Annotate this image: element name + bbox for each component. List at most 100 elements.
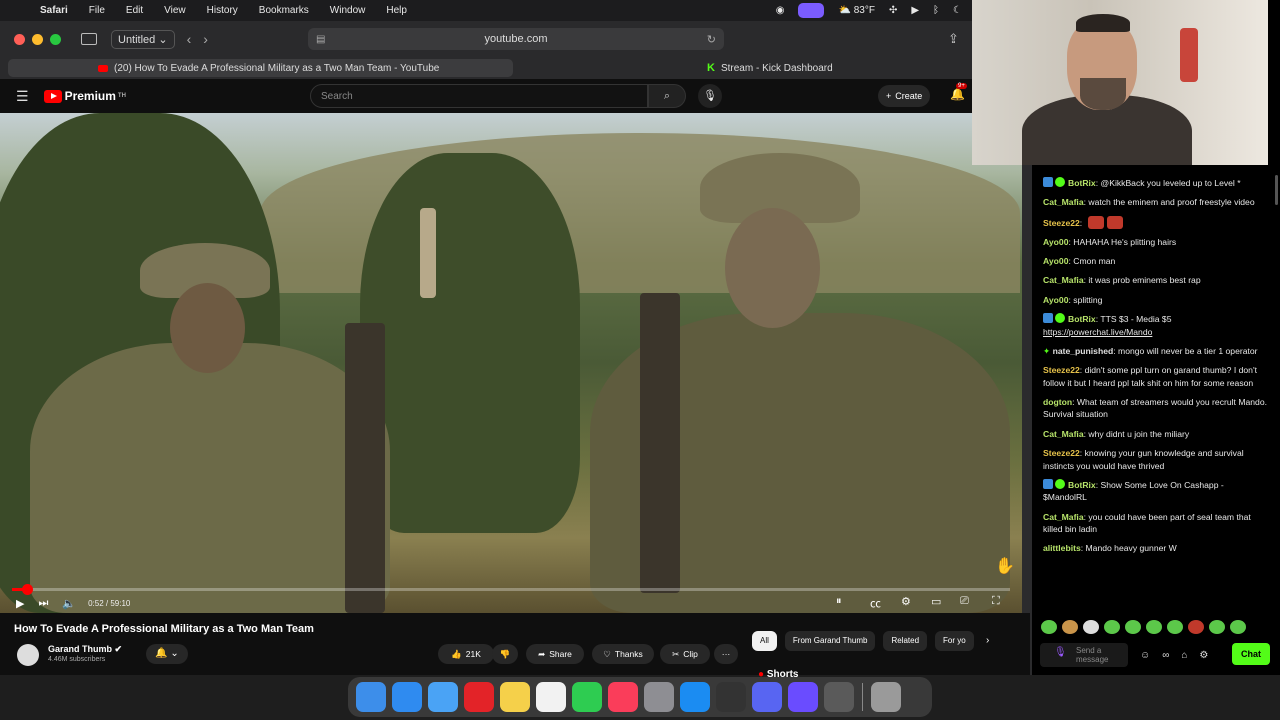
video-progress-bar[interactable]: [12, 584, 1010, 595]
zoom-window-button[interactable]: [50, 33, 61, 45]
chat-link[interactable]: https://powerchat.live/Mando: [1043, 327, 1152, 337]
chat-send-button[interactable]: Chat: [1232, 643, 1270, 665]
theater-mode-icon[interactable]: ▭: [931, 595, 941, 608]
menu-view[interactable]: View: [164, 5, 186, 16]
chat-username[interactable]: BotRix: [1068, 314, 1096, 324]
chat-username[interactable]: Cat_Mafia: [1043, 429, 1084, 439]
chat-username[interactable]: Cat_Mafia: [1043, 275, 1084, 285]
finder-icon[interactable]: [356, 682, 386, 712]
app-store-icon[interactable]: [680, 682, 710, 712]
chat-username[interactable]: Steeze22: [1043, 448, 1080, 458]
reminders-icon[interactable]: [536, 682, 566, 712]
menu-history[interactable]: History: [207, 5, 238, 16]
menu-safari[interactable]: Safari: [40, 5, 68, 16]
trash-icon[interactable]: [871, 682, 901, 712]
back-arrow-icon[interactable]: ‹: [187, 31, 192, 47]
music-icon[interactable]: [608, 682, 638, 712]
tab-youtube[interactable]: (20) How To Evade A Professional Militar…: [8, 59, 513, 77]
next-video-icon[interactable]: ⏭: [38, 597, 48, 610]
like-button[interactable]: 👍 21K: [438, 644, 494, 664]
youtube-premium-logo[interactable]: Premium TH: [43, 89, 126, 103]
search-input[interactable]: Search: [310, 84, 648, 108]
chip-all[interactable]: All: [752, 631, 777, 651]
notes-icon[interactable]: [500, 682, 530, 712]
emote-icon[interactable]: [1083, 620, 1099, 634]
emote-icon[interactable]: [1209, 620, 1225, 634]
chat-username[interactable]: Ayo00: [1043, 256, 1068, 266]
close-window-button[interactable]: [14, 33, 25, 45]
microphone-icon[interactable]: 🎙: [1054, 648, 1067, 658]
discord-icon[interactable]: [752, 682, 782, 712]
sidebar-toggle-icon[interactable]: [81, 33, 97, 45]
reload-icon[interactable]: ↻: [707, 33, 716, 46]
cast-icon[interactable]: ⎚: [960, 595, 969, 608]
app-status-pill-icon[interactable]: [798, 3, 825, 18]
notifications-button[interactable]: 🔔 9+: [950, 83, 967, 101]
obs-icon[interactable]: [716, 682, 746, 712]
emote-icon[interactable]: [1062, 620, 1078, 634]
emote-icon[interactable]: [1041, 620, 1057, 634]
thanks-button[interactable]: ♡ Thanks: [592, 644, 654, 664]
weather-widget[interactable]: ⛅ 83°F: [838, 5, 874, 16]
channel-avatar[interactable]: [17, 644, 39, 666]
chat-username[interactable]: Ayo00: [1043, 237, 1068, 247]
chat-username[interactable]: dogton: [1043, 397, 1072, 407]
menu-bookmarks[interactable]: Bookmarks: [259, 5, 309, 16]
chat-username[interactable]: alittlebits: [1043, 543, 1081, 553]
chat-username[interactable]: Cat_Mafia: [1043, 512, 1084, 522]
system-settings-icon[interactable]: [644, 682, 674, 712]
tab-kick-dashboard[interactable]: K Stream - Kick Dashboard: [707, 62, 833, 74]
emote-icon[interactable]: [1167, 620, 1183, 634]
volume-icon[interactable]: 🔈: [62, 597, 76, 610]
tab-group-selector[interactable]: Untitled ⌄: [111, 29, 175, 49]
subscription-bell-button[interactable]: 🔔 ⌄: [146, 644, 188, 664]
hamburger-menu-icon[interactable]: ☰: [16, 88, 29, 105]
address-bar[interactable]: ▤ youtube.com ↻: [308, 28, 724, 50]
mail-icon[interactable]: [428, 682, 458, 712]
media-play-icon[interactable]: ▶: [911, 5, 919, 16]
minimize-window-button[interactable]: [32, 33, 43, 45]
screen-record-icon[interactable]: ◉: [776, 5, 785, 16]
autoplay-toggle-icon[interactable]: ⏸: [836, 595, 842, 608]
opera-icon[interactable]: [464, 682, 494, 712]
chat-username[interactable]: BotRix: [1068, 178, 1096, 188]
forward-arrow-icon[interactable]: ›: [203, 31, 208, 47]
play-icon[interactable]: ▶: [16, 597, 24, 610]
video-player[interactable]: ▶ ⏭ 🔈 0:52 / 59:10 ⏸ ㏄ ⚙ ▭ ⎚ ⛶ ✋: [0, 113, 1022, 613]
chip-related[interactable]: Related: [883, 631, 928, 651]
share-icon[interactable]: ⇪: [948, 31, 959, 47]
store-icon[interactable]: ⌂: [1181, 650, 1187, 661]
chip-for-you[interactable]: For yo: [935, 631, 974, 651]
emote-icon[interactable]: [1188, 620, 1204, 634]
clip-button[interactable]: ✂ Clip: [660, 644, 710, 664]
chat-username[interactable]: nate_punished: [1053, 346, 1114, 356]
create-button[interactable]: + Create: [878, 85, 931, 107]
emote-icon[interactable]: [1146, 620, 1162, 634]
voice-search-button[interactable]: 🎙: [698, 84, 722, 108]
safari-icon[interactable]: [392, 682, 422, 712]
chat-username[interactable]: Cat_Mafia: [1043, 197, 1084, 207]
emote-icon[interactable]: [1230, 620, 1246, 634]
share-button[interactable]: ➦ Share: [526, 644, 584, 664]
more-actions-button[interactable]: ···: [714, 644, 738, 664]
whatsapp-icon[interactable]: [572, 682, 602, 712]
bluetooth-icon[interactable]: ᛒ: [933, 5, 939, 16]
dark-mode-icon[interactable]: ☾: [953, 5, 962, 16]
chat-settings-icon[interactable]: ⚙: [1199, 650, 1208, 661]
emote-icon[interactable]: [1125, 620, 1141, 634]
chat-username[interactable]: BotRix: [1068, 480, 1096, 490]
menu-window[interactable]: Window: [330, 5, 366, 16]
chat-username[interactable]: Steeze22: [1043, 218, 1080, 228]
emote-picker-icon[interactable]: ☺: [1140, 650, 1150, 661]
search-button[interactable]: ⌕: [648, 84, 686, 108]
chat-message-input[interactable]: 🎙 Send a message: [1040, 643, 1128, 667]
emote-icon[interactable]: [1104, 620, 1120, 634]
proton-mail-icon[interactable]: [788, 682, 818, 712]
menu-file[interactable]: File: [89, 5, 105, 16]
channel-name[interactable]: Garand Thumb ✔: [48, 644, 122, 655]
chip-from-channel[interactable]: From Garand Thumb: [784, 631, 876, 651]
chat-username[interactable]: Ayo00: [1043, 295, 1068, 305]
captions-icon[interactable]: ㏄: [870, 595, 881, 611]
dislike-button[interactable]: 👎: [492, 644, 518, 664]
page-menu-icon[interactable]: ▤: [316, 34, 325, 45]
